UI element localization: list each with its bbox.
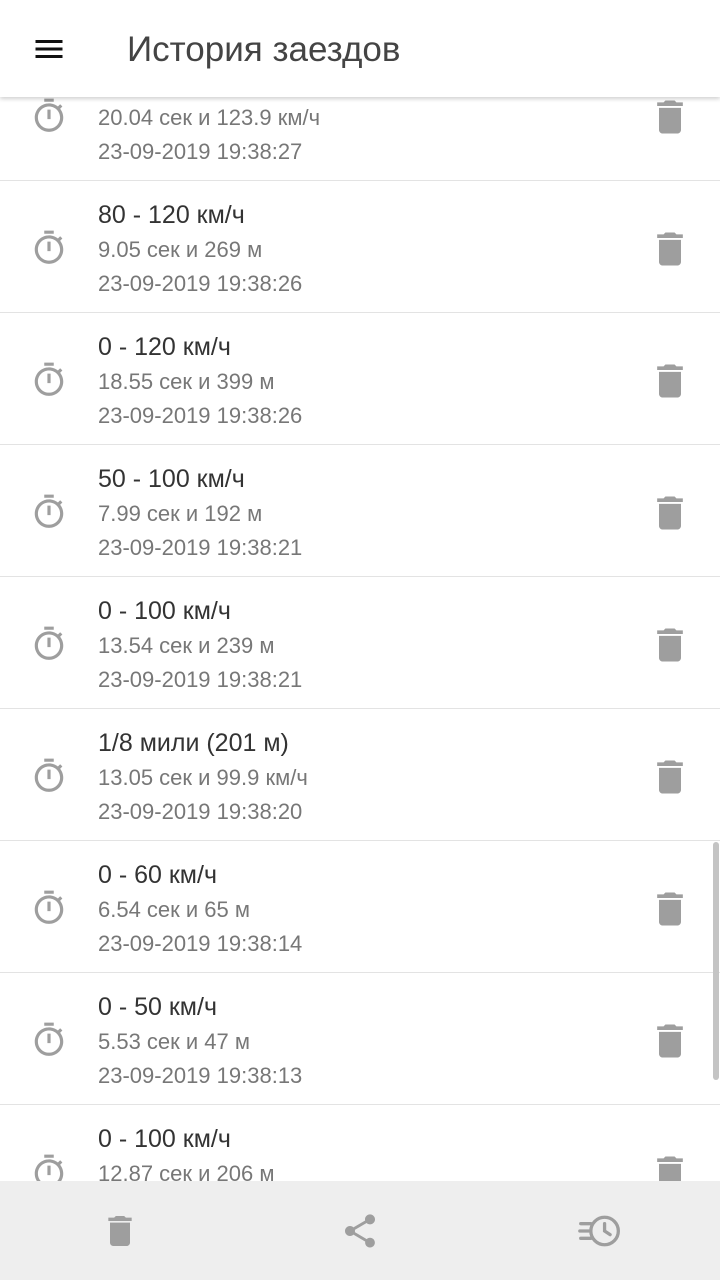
run-title: 0 - 50 км/ч [98, 993, 217, 1021]
list-item[interactable]: 1/8 мили (201 м) 13.05 сек и 99.9 км/ч 2… [0, 709, 720, 841]
run-detail: 9.05 сек и 269 м [98, 237, 263, 262]
run-date: 23-09-2019 19:38:21 [98, 535, 303, 560]
run-title: 0 - 120 км/ч [98, 333, 231, 361]
run-date: 23-09-2019 19:38:14 [98, 931, 303, 956]
history-clock-icon [578, 1215, 620, 1247]
trash-icon [657, 892, 683, 926]
history-filter-button[interactable] [574, 1205, 626, 1257]
delete-run-button[interactable] [648, 359, 692, 403]
run-title: 50 - 100 км/ч [98, 465, 245, 493]
hamburger-menu-icon [35, 40, 63, 58]
run-date: 23-09-2019 19:38:27 [98, 139, 303, 164]
trash-icon [657, 1024, 683, 1058]
screen: 20.04 сек и 123.9 км/ч 23-09-2019 19:38:… [0, 0, 720, 1280]
run-history-list[interactable]: 20.04 сек и 123.9 км/ч 23-09-2019 19:38:… [0, 49, 720, 1237]
stopwatch-icon [30, 361, 68, 399]
run-date: 23-09-2019 19:38:26 [98, 403, 303, 428]
list-item[interactable]: 50 - 100 км/ч 7.99 сек и 192 м 23-09-201… [0, 445, 720, 577]
run-title: 0 - 60 км/ч [98, 861, 217, 889]
run-detail: 13.54 сек и 239 м [98, 633, 275, 658]
share-button[interactable] [334, 1205, 386, 1257]
list-item[interactable]: 0 - 120 км/ч 18.55 сек и 399 м 23-09-201… [0, 313, 720, 445]
run-title: 0 - 100 км/ч [98, 1125, 231, 1153]
delete-run-button[interactable] [648, 887, 692, 931]
run-detail: 7.99 сек и 192 м [98, 501, 263, 526]
stopwatch-icon [30, 625, 68, 663]
list-item[interactable]: 0 - 100 км/ч 13.54 сек и 239 м 23-09-201… [0, 577, 720, 709]
run-detail: 20.04 сек и 123.9 км/ч [98, 105, 321, 130]
delete-run-button[interactable] [648, 227, 692, 271]
run-detail: 6.54 сек и 65 м [98, 897, 251, 922]
delete-run-button[interactable] [648, 755, 692, 799]
trash-icon [657, 232, 683, 266]
list-scrollbar[interactable] [713, 842, 719, 1080]
share-icon [345, 1214, 375, 1248]
trash-icon [657, 628, 683, 662]
app-bar: История заездов [0, 0, 720, 97]
delete-run-button[interactable] [648, 1019, 692, 1063]
trash-icon [657, 760, 683, 794]
run-date: 23-09-2019 19:38:20 [98, 799, 303, 824]
run-date: 23-09-2019 19:38:13 [98, 1063, 303, 1088]
trash-icon [657, 364, 683, 398]
delete-run-button[interactable] [648, 623, 692, 667]
stopwatch-icon [30, 97, 68, 135]
list-item[interactable]: 80 - 120 км/ч 9.05 сек и 269 м 23-09-201… [0, 181, 720, 313]
trash-icon [108, 1216, 132, 1246]
delete-run-button[interactable] [648, 95, 692, 139]
run-date: 23-09-2019 19:38:21 [98, 667, 303, 692]
run-title: 0 - 100 км/ч [98, 597, 231, 625]
run-title: 80 - 120 км/ч [98, 201, 245, 229]
run-title: 1/8 мили (201 м) [98, 729, 289, 757]
stopwatch-icon [30, 1021, 68, 1059]
stopwatch-icon [30, 229, 68, 267]
menu-button[interactable] [22, 22, 76, 76]
run-detail: 13.05 сек и 99.9 км/ч [98, 765, 308, 790]
bottom-action-bar [0, 1181, 720, 1280]
stopwatch-icon [30, 889, 68, 927]
run-date: 23-09-2019 19:38:26 [98, 271, 303, 296]
delete-run-button[interactable] [648, 491, 692, 535]
run-detail: 5.53 сек и 47 м [98, 1029, 251, 1054]
list-item[interactable]: 0 - 50 км/ч 5.53 сек и 47 м 23-09-2019 1… [0, 973, 720, 1105]
trash-icon [657, 496, 683, 530]
page-title: История заездов [127, 30, 401, 69]
stopwatch-icon [30, 757, 68, 795]
delete-all-button[interactable] [94, 1205, 146, 1257]
stopwatch-icon [30, 493, 68, 531]
run-detail: 18.55 сек и 399 м [98, 369, 275, 394]
list-item[interactable]: 0 - 60 км/ч 6.54 сек и 65 м 23-09-2019 1… [0, 841, 720, 973]
trash-icon [657, 100, 683, 134]
